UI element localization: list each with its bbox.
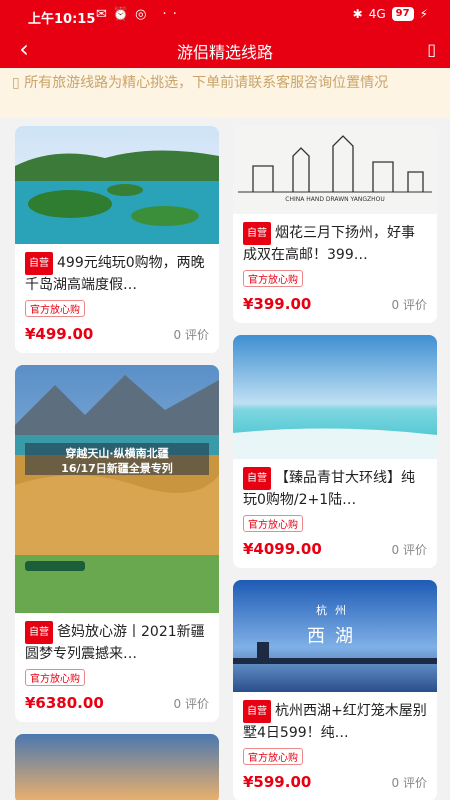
price: ¥599.00 (243, 773, 312, 791)
menu-icon[interactable]: ▯ (427, 40, 436, 59)
official-tag: 官方放心购 (243, 748, 303, 765)
self-operated-badge: 自营 (25, 621, 53, 644)
review-count: 0 评价 (391, 775, 427, 790)
product-card[interactable]: 自营 499元纯玩0购物，两晚千岛湖高端度假… 官方放心购 ¥499.00 0 评… (15, 126, 219, 353)
image-text-city: 杭州 (316, 604, 354, 617)
right-column: CHINA HAND DRAWN YANGZHOU 自营 烟花三月下扬州，好事成双… (233, 126, 437, 800)
poster-line2: 16/17日新疆全景专列 (61, 462, 173, 475)
image-caption: CHINA HAND DRAWN YANGZHOU (285, 196, 385, 203)
charging-icon: ⚡ (419, 7, 428, 21)
app-header: ‹ 游侣精选线路 ▯ (0, 32, 450, 68)
left-column: 自营 499元纯玩0购物，两晚千岛湖高端度假… 官方放心购 ¥499.00 0 评… (15, 126, 219, 800)
official-tag: 官方放心购 (243, 515, 303, 532)
product-card[interactable] (15, 734, 219, 800)
product-image (15, 126, 219, 244)
status-time: 上午10:15 (28, 12, 96, 27)
price: ¥4099.00 (243, 540, 322, 558)
price: ¥499.00 (25, 325, 94, 343)
poster-line1: 穿越天山·纵横南北疆 (65, 447, 169, 460)
info-icon: ▯ (12, 75, 25, 91)
product-card[interactable]: 自营 【臻品青甘大环线】纯玩0购物/2+1陆… 官方放心购 ¥4099.00 0 … (233, 335, 437, 568)
self-operated-badge: 自营 (25, 252, 53, 275)
notification-icons: ✉⏰◎ ·· (96, 7, 183, 22)
review-count: 0 评价 (173, 696, 209, 711)
status-bar: 上午10:15 ✉⏰◎ ·· ✱ 4G 97 ⚡ (0, 0, 450, 32)
review-count: 0 评价 (173, 327, 209, 342)
page-title: 游侣精选线路 (176, 43, 273, 62)
status-right: ✱ 4G 97 ⚡ (353, 7, 428, 21)
product-card[interactable]: 杭州 西湖 自营 杭州西湖+红灯笼木屋别墅4日599！纯… 官方放心购 ¥599.… (233, 580, 437, 800)
official-tag: 官方放心购 (25, 669, 85, 686)
image-text-lake: 西湖 (307, 626, 363, 647)
product-card[interactable]: 穿越天山·纵横南北疆 16/17日新疆全景专列 自营 爸妈放心游丨2021新疆圆梦… (15, 365, 219, 722)
sunset-image (15, 734, 219, 800)
product-image: CHINA HAND DRAWN YANGZHOU (233, 126, 437, 214)
product-card[interactable]: CHINA HAND DRAWN YANGZHOU 自营 烟花三月下扬州，好事成双… (233, 126, 437, 323)
self-operated-badge: 自营 (243, 467, 271, 490)
signal-label: 4G (368, 7, 386, 21)
product-image: 穿越天山·纵横南北疆 16/17日新疆全景专列 (15, 365, 219, 613)
price: ¥6380.00 (25, 694, 104, 712)
notice-banner: ▯ 所有旅游线路为精心挑选，下单前请联系客服咨询位置情况 (0, 68, 450, 118)
notice-text: 所有旅游线路为精心挑选，下单前请联系客服咨询位置情况 (24, 75, 389, 91)
lake-image (15, 126, 219, 244)
self-operated-badge: 自营 (243, 700, 271, 723)
review-count: 0 评价 (391, 297, 427, 312)
xinjiang-poster-image (15, 365, 219, 613)
self-operated-badge: 自营 (243, 222, 271, 245)
product-image (233, 335, 437, 459)
price: ¥399.00 (243, 295, 312, 313)
battery-icon: 97 (391, 7, 414, 21)
official-tag: 官方放心购 (25, 300, 85, 317)
salt-lake-image (233, 335, 437, 459)
official-tag: 官方放心购 (243, 270, 303, 287)
review-count: 0 评价 (391, 542, 427, 557)
product-image (15, 734, 219, 800)
bluetooth-icon: ✱ (352, 7, 363, 21)
product-image: 杭州 西湖 (233, 580, 437, 692)
